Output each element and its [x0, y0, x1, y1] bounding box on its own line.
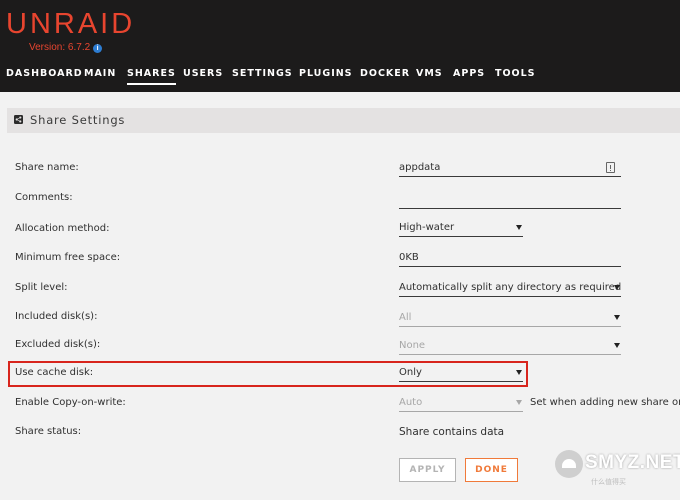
info-icon[interactable]: i — [93, 44, 103, 53]
chevron-down-icon — [614, 315, 620, 320]
watermark-subtext: 什么值得买 — [591, 478, 626, 486]
nav-dashboard[interactable]: DASHBOARD — [6, 68, 83, 79]
chevron-down-icon — [614, 285, 620, 290]
version-label: Version: 6.7.2 i — [29, 42, 103, 53]
share-name-value: appdata — [399, 162, 441, 173]
copy-on-write-label: Enable Copy-on-write: — [15, 397, 126, 408]
chevron-down-icon — [516, 225, 522, 230]
watermark-logo-icon — [555, 450, 583, 478]
copy-on-write-value: Auto — [399, 397, 423, 408]
min-free-space-value: 0KB — [399, 252, 419, 263]
min-free-space-input[interactable]: 0KB — [399, 251, 621, 267]
allocation-method-select[interactable]: High-water — [399, 221, 523, 237]
share-name-input[interactable]: appdata — [399, 161, 621, 177]
use-cache-disk-label: Use cache disk: — [15, 367, 94, 378]
share-name-label: Share name: — [15, 162, 79, 173]
share-icon — [14, 115, 23, 124]
watermark-text: SMYZ.NET — [585, 452, 680, 473]
share-settings-header: Share Settings — [7, 108, 680, 133]
nav-apps[interactable]: APPS — [453, 68, 485, 79]
allocation-method-value: High-water — [399, 222, 455, 233]
excluded-disks-select[interactable]: None — [399, 339, 621, 355]
nav-docker[interactable]: DOCKER — [360, 68, 410, 79]
apply-button[interactable]: APPLY — [399, 458, 456, 482]
unraid-logo[interactable]: UNRAID — [6, 8, 135, 41]
included-disks-value: All — [399, 312, 412, 323]
version-text: Version: 6.7.2 — [29, 42, 91, 53]
nav-main[interactable]: MAIN — [84, 68, 116, 79]
use-cache-disk-select[interactable]: Only — [399, 366, 523, 382]
excluded-disks-value: None — [399, 340, 426, 351]
min-free-space-label: Minimum free space: — [15, 252, 121, 263]
allocation-method-label: Allocation method: — [15, 223, 110, 234]
top-header: UNRAID Version: 6.7.2 i DASHBOARD MAIN SH… — [0, 0, 680, 92]
split-level-value: Automatically split any directory as req… — [399, 282, 622, 293]
comments-input[interactable] — [399, 193, 621, 209]
comments-label: Comments: — [15, 192, 73, 203]
chevron-down-icon — [614, 343, 620, 348]
chevron-down-icon — [516, 370, 522, 375]
split-level-label: Split level: — [15, 282, 68, 293]
copy-on-write-select[interactable]: Auto — [399, 396, 523, 412]
nav-plugins[interactable]: PLUGINS — [299, 68, 353, 79]
included-disks-label: Included disk(s): — [15, 311, 98, 322]
chevron-down-icon — [516, 400, 522, 405]
clipboard-icon[interactable] — [606, 162, 615, 173]
section-title: Share Settings — [30, 113, 126, 127]
done-button[interactable]: DONE — [465, 458, 518, 482]
copy-on-write-note: Set when adding new share only. — [530, 397, 680, 408]
share-status-label: Share status: — [15, 426, 82, 437]
nav-tools[interactable]: TOOLS — [495, 68, 536, 79]
share-status-value: Share contains data — [399, 426, 505, 438]
nav-users[interactable]: USERS — [183, 68, 223, 79]
use-cache-disk-value: Only — [399, 367, 422, 378]
included-disks-select[interactable]: All — [399, 311, 621, 327]
watermark: SMYZ.NET 什么值得买 — [553, 444, 680, 500]
nav-shares[interactable]: SHARES — [127, 68, 176, 85]
excluded-disks-label: Excluded disk(s): — [15, 339, 101, 350]
nav-vms[interactable]: VMS — [416, 68, 443, 79]
split-level-select[interactable]: Automatically split any directory as req… — [399, 281, 621, 297]
nav-settings[interactable]: SETTINGS — [232, 68, 293, 79]
